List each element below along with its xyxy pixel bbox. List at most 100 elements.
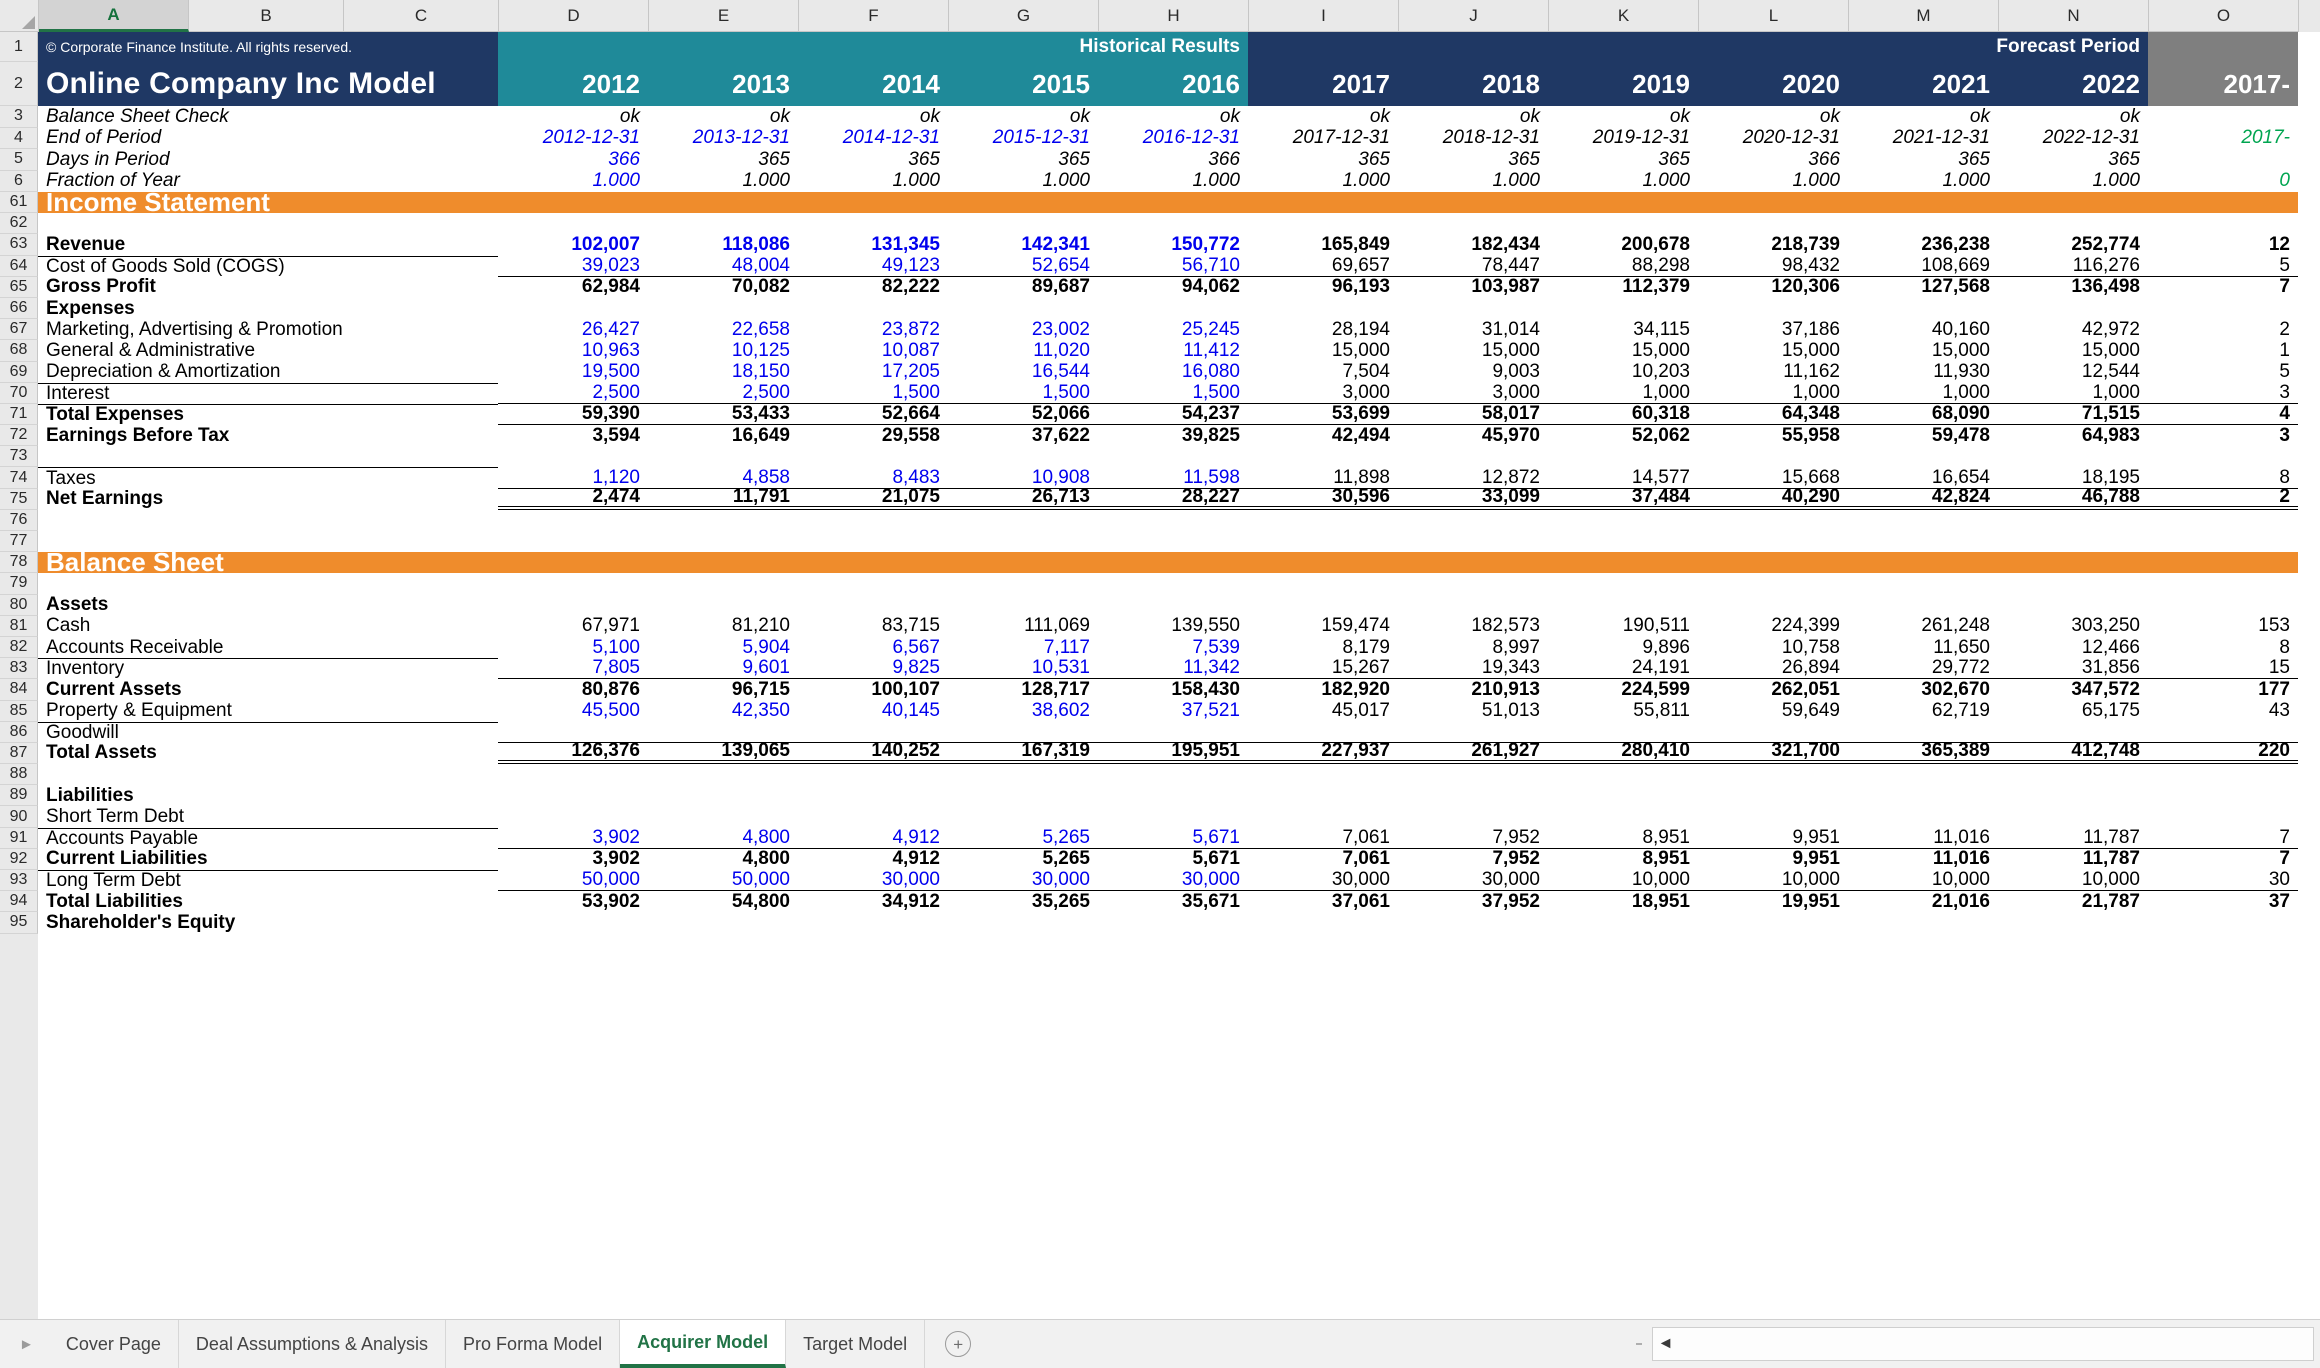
cell-88-8[interactable] bbox=[1548, 764, 1698, 785]
cell-4-2[interactable]: 2013-12-31 bbox=[648, 128, 798, 150]
cell-81-7[interactable]: 182,573 bbox=[1398, 616, 1548, 637]
cell-86-1[interactable] bbox=[498, 722, 648, 743]
cell-76-6[interactable] bbox=[1248, 510, 1398, 531]
cell-75-5[interactable]: 28,227 bbox=[1098, 489, 1248, 510]
cell-72-4[interactable]: 37,622 bbox=[948, 425, 1098, 446]
cell-64-4[interactable]: 52,654 bbox=[948, 256, 1098, 277]
cell-5-7[interactable]: 365 bbox=[1398, 149, 1548, 171]
cell-92-4[interactable]: 5,265 bbox=[948, 849, 1098, 870]
cell-91-1[interactable]: 3,902 bbox=[498, 828, 648, 849]
cell-91-9[interactable]: 9,951 bbox=[1698, 828, 1848, 849]
cell-80-3[interactable] bbox=[798, 595, 948, 616]
cell-88-4[interactable] bbox=[948, 764, 1098, 785]
cell-6-4[interactable]: 1.000 bbox=[948, 171, 1098, 193]
cell-74-4[interactable]: 10,908 bbox=[948, 467, 1098, 489]
cell-88-5[interactable] bbox=[1098, 764, 1248, 785]
row-header-78[interactable]: 78 bbox=[0, 552, 38, 574]
cell-5-3[interactable]: 365 bbox=[798, 149, 948, 171]
cell-74-10[interactable]: 16,654 bbox=[1848, 467, 1998, 489]
cell-65-5[interactable]: 94,062 bbox=[1098, 277, 1248, 298]
row-header-3[interactable]: 3 bbox=[0, 106, 38, 128]
cell-63-8[interactable]: 200,678 bbox=[1548, 234, 1698, 255]
cell-95-7[interactable] bbox=[1398, 912, 1548, 933]
cell-3-12[interactable] bbox=[2148, 106, 2298, 128]
add-sheet-button[interactable]: + bbox=[925, 1320, 991, 1368]
cell-83-1[interactable]: 7,805 bbox=[498, 658, 648, 680]
column-header-k[interactable]: K bbox=[1549, 0, 1699, 32]
cell-86-5[interactable] bbox=[1098, 722, 1248, 743]
row-header-72[interactable]: 72 bbox=[0, 425, 38, 447]
cell-89-7[interactable] bbox=[1398, 785, 1548, 806]
cell-89-9[interactable] bbox=[1698, 785, 1848, 806]
cell-66-1[interactable] bbox=[498, 298, 648, 319]
cell-73-10[interactable] bbox=[1848, 446, 1998, 467]
cell-90-12[interactable] bbox=[2148, 806, 2298, 827]
cell-62-4[interactable] bbox=[948, 213, 1098, 234]
cell-73-6[interactable] bbox=[1248, 446, 1398, 467]
row-header-68[interactable]: 68 bbox=[0, 340, 38, 362]
cell-70-2[interactable]: 2,500 bbox=[648, 383, 798, 404]
cell-64-10[interactable]: 108,669 bbox=[1848, 256, 1998, 277]
cell-90-9[interactable] bbox=[1698, 806, 1848, 827]
cell-87-4[interactable]: 167,319 bbox=[948, 743, 1098, 765]
cell-3-8[interactable]: ok bbox=[1548, 106, 1698, 128]
cell-84-10[interactable]: 302,670 bbox=[1848, 679, 1998, 700]
cell-66-11[interactable] bbox=[1998, 298, 2148, 319]
cell-73-7[interactable] bbox=[1398, 446, 1548, 467]
cell-75-9[interactable]: 40,290 bbox=[1698, 489, 1848, 510]
sheet-tab-pro-forma-model[interactable]: Pro Forma Model bbox=[446, 1320, 621, 1368]
cell-83-6[interactable]: 15,267 bbox=[1248, 658, 1398, 680]
cell-3-11[interactable]: ok bbox=[1998, 106, 2148, 128]
cell-67-9[interactable]: 37,186 bbox=[1698, 319, 1848, 340]
cell-90-10[interactable] bbox=[1848, 806, 1998, 827]
cell-68-8[interactable]: 15,000 bbox=[1548, 340, 1698, 361]
cell-80-6[interactable] bbox=[1248, 595, 1398, 616]
cell-85-2[interactable]: 42,350 bbox=[648, 701, 798, 722]
cell-94-3[interactable]: 34,912 bbox=[798, 891, 948, 912]
column-header-e[interactable]: E bbox=[649, 0, 799, 32]
cell-84-6[interactable]: 182,920 bbox=[1248, 679, 1398, 700]
cell-94-5[interactable]: 35,671 bbox=[1098, 891, 1248, 912]
cell-71-1[interactable]: 59,390 bbox=[498, 404, 648, 426]
cell-81-9[interactable]: 224,399 bbox=[1698, 616, 1848, 637]
row-header-95[interactable]: 95 bbox=[0, 912, 38, 934]
cell-77-3[interactable] bbox=[798, 531, 948, 552]
row-header-82[interactable]: 82 bbox=[0, 636, 38, 659]
cell-68-4[interactable]: 11,020 bbox=[948, 340, 1098, 361]
cell-91-2[interactable]: 4,800 bbox=[648, 828, 798, 849]
cell-65-11[interactable]: 136,498 bbox=[1998, 277, 2148, 298]
cell-82-12[interactable]: 8 bbox=[2148, 637, 2298, 658]
cell-65-3[interactable]: 82,222 bbox=[798, 277, 948, 298]
cell-71-3[interactable]: 52,664 bbox=[798, 404, 948, 426]
cell-3-3[interactable]: ok bbox=[798, 106, 948, 128]
cell-72-5[interactable]: 39,825 bbox=[1098, 425, 1248, 446]
cell-75-2[interactable]: 11,791 bbox=[648, 489, 798, 510]
row-header-80[interactable]: 80 bbox=[0, 594, 38, 616]
cell-94-10[interactable]: 21,016 bbox=[1848, 891, 1998, 912]
cell-91-5[interactable]: 5,671 bbox=[1098, 828, 1248, 849]
cell-75-10[interactable]: 42,824 bbox=[1848, 489, 1998, 510]
cell-80-9[interactable] bbox=[1698, 595, 1848, 616]
row-header-2[interactable]: 2 bbox=[0, 62, 38, 106]
cell-6-7[interactable]: 1.000 bbox=[1398, 171, 1548, 193]
cell-62-11[interactable] bbox=[1998, 213, 2148, 234]
cell-62-12[interactable] bbox=[2148, 213, 2298, 234]
cell-83-2[interactable]: 9,601 bbox=[648, 658, 798, 680]
cell-3-4[interactable]: ok bbox=[948, 106, 1098, 128]
column-header-o[interactable]: O bbox=[2149, 0, 2299, 32]
cell-95-4[interactable] bbox=[948, 912, 1098, 933]
cell-76-8[interactable] bbox=[1548, 510, 1698, 531]
cell-94-2[interactable]: 54,800 bbox=[648, 891, 798, 912]
cell-63-11[interactable]: 252,774 bbox=[1998, 234, 2148, 255]
row-header-89[interactable]: 89 bbox=[0, 785, 38, 807]
cell-4-11[interactable]: 2022-12-31 bbox=[1998, 128, 2148, 150]
cell-70-8[interactable]: 1,000 bbox=[1548, 383, 1698, 404]
cell-87-6[interactable]: 227,937 bbox=[1248, 743, 1398, 765]
cell-83-7[interactable]: 19,343 bbox=[1398, 658, 1548, 680]
cell-3-1[interactable]: ok bbox=[498, 106, 648, 128]
cell-6-9[interactable]: 1.000 bbox=[1698, 171, 1848, 193]
cell-93-8[interactable]: 10,000 bbox=[1548, 870, 1698, 892]
cell-90-2[interactable] bbox=[648, 806, 798, 827]
cell-64-11[interactable]: 116,276 bbox=[1998, 256, 2148, 277]
cell-79-2[interactable] bbox=[648, 573, 798, 594]
